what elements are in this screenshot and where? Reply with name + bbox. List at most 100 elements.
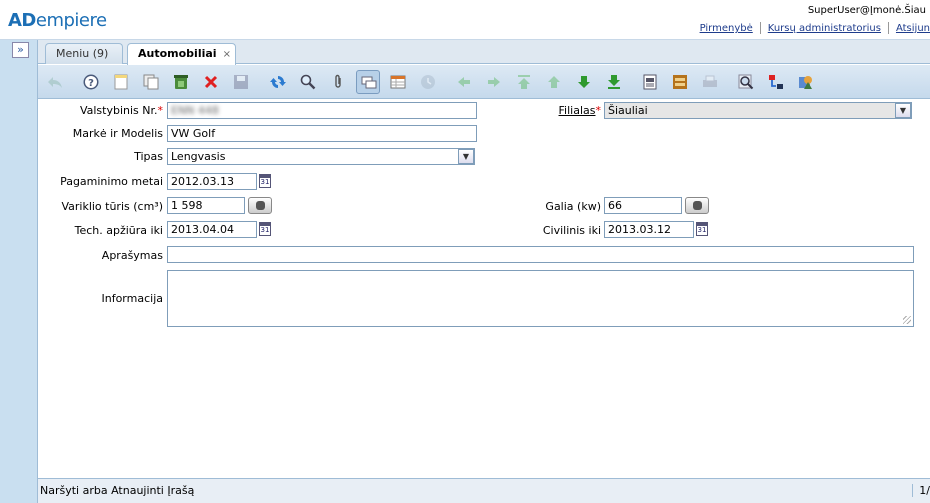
- delete-icon: [204, 75, 218, 89]
- history-icon: [421, 75, 435, 89]
- tab-automobiliai[interactable]: Automobiliai ×: [127, 43, 236, 65]
- window-toolbar: ?: [38, 65, 930, 99]
- grid-toggle-icon: [390, 75, 406, 89]
- last-record-icon: [608, 75, 620, 89]
- copy-record-icon: [143, 74, 159, 90]
- link-divider: [759, 22, 761, 34]
- delete-selection-button[interactable]: [169, 70, 193, 94]
- refresh-icon: [270, 76, 286, 88]
- record-counter: 1/: [912, 484, 930, 497]
- print-button[interactable]: [698, 70, 722, 94]
- description-label: Aprašymas: [101, 249, 163, 262]
- zoom-across-button[interactable]: [734, 70, 758, 94]
- workflow-button[interactable]: [764, 70, 788, 94]
- history-button[interactable]: [416, 70, 440, 94]
- next-record-button[interactable]: [572, 70, 596, 94]
- chat-icon: [361, 76, 377, 89]
- record-form: Valstybinis Nr.* ENN 448 Filialas* Šiaul…: [38, 99, 930, 473]
- calendar-icon[interactable]: 31: [257, 221, 273, 238]
- grid-toggle-button[interactable]: [386, 70, 410, 94]
- branch-dropdown-icon[interactable]: ▼: [895, 103, 911, 118]
- info-label: Informacija: [101, 292, 163, 305]
- workflow-icon: [769, 75, 783, 89]
- model-label: Markė ir Modelis: [72, 127, 163, 140]
- detail-record-button[interactable]: [482, 70, 506, 94]
- parent-record-button[interactable]: [452, 70, 476, 94]
- tab-automobiliai-label: Automobiliai: [138, 47, 217, 60]
- attachment-icon: [335, 74, 341, 88]
- last-record-button[interactable]: [602, 70, 626, 94]
- archive-button[interactable]: [668, 70, 692, 94]
- type-select[interactable]: Lengvasis: [167, 148, 475, 165]
- window-tabstrip: Meniu (9) Automobiliai ×: [38, 40, 930, 65]
- logout-link[interactable]: Atsijun: [896, 23, 930, 34]
- insurance-label: Civilinis iki: [542, 224, 601, 237]
- plate-field[interactable]: ENN 448: [167, 102, 477, 119]
- report-icon: [643, 74, 657, 90]
- request-button[interactable]: [794, 70, 818, 94]
- info-textarea[interactable]: [167, 270, 914, 327]
- calendar-icon[interactable]: 31: [257, 173, 273, 190]
- type-dropdown-icon[interactable]: ▼: [458, 149, 474, 164]
- branch-value: Šiauliai: [608, 104, 648, 117]
- inspection-date-field[interactable]: 2013.04.04: [167, 221, 257, 238]
- report-button[interactable]: [638, 70, 662, 94]
- close-tab-icon[interactable]: ×: [223, 49, 231, 60]
- made-label: Pagaminimo metai: [60, 175, 163, 188]
- save-button[interactable]: [229, 70, 253, 94]
- branch-label[interactable]: Filialas*: [498, 104, 601, 117]
- expand-panel-button[interactable]: »: [12, 42, 29, 58]
- copy-record-button[interactable]: [139, 70, 163, 94]
- undo-icon: [48, 77, 62, 88]
- preferences-link[interactable]: Pirmenybė: [700, 23, 753, 34]
- first-record-button[interactable]: [512, 70, 536, 94]
- insurance-date-field[interactable]: 2013.03.12: [604, 221, 694, 238]
- made-date-field[interactable]: 2012.03.13: [167, 173, 257, 190]
- calculator-icon[interactable]: [248, 197, 272, 214]
- zoom-across-icon: [738, 74, 754, 90]
- parent-icon: [458, 77, 470, 87]
- archive-icon: [673, 75, 687, 89]
- svg-text:?: ?: [88, 78, 94, 89]
- refresh-button[interactable]: [266, 70, 290, 94]
- app-header: ADempiere SuperUser@Įmonė.Šiau Pirmenybė…: [0, 0, 930, 40]
- print-icon: [703, 75, 717, 87]
- engine-field[interactable]: 1 598: [167, 197, 245, 214]
- delete-button[interactable]: [199, 70, 223, 94]
- calendar-icon[interactable]: 31: [694, 221, 710, 238]
- role-link[interactable]: Kursų administratorius: [768, 23, 881, 34]
- description-field[interactable]: [167, 246, 914, 263]
- help-icon: ?: [83, 74, 99, 90]
- resize-handle-icon[interactable]: [903, 316, 911, 324]
- plate-value: ENN 448: [171, 104, 219, 117]
- power-field[interactable]: 66: [604, 197, 682, 214]
- attachment-button[interactable]: [326, 70, 350, 94]
- plate-label: Valstybinis Nr.*: [79, 104, 163, 117]
- model-field[interactable]: VW Golf: [167, 125, 477, 142]
- undo-button[interactable]: [43, 70, 67, 94]
- find-button[interactable]: [296, 70, 320, 94]
- new-record-button[interactable]: [109, 70, 133, 94]
- tab-menu[interactable]: Meniu (9): [45, 43, 123, 64]
- engine-label: Variklio tūris (cm³): [61, 200, 163, 213]
- previous-record-icon: [548, 76, 560, 88]
- previous-record-button[interactable]: [542, 70, 566, 94]
- header-links: Pirmenybė Kursų administratorius Atsijun: [700, 22, 930, 34]
- type-label: Tipas: [134, 150, 163, 163]
- calculator-icon[interactable]: [685, 197, 709, 214]
- status-message: Naršyti arba Atnaujinti Įrašą: [40, 484, 195, 497]
- west-panel-collapsed: »: [0, 40, 38, 503]
- help-button[interactable]: ?: [79, 70, 103, 94]
- next-record-icon: [578, 76, 590, 88]
- detail-icon: [488, 77, 500, 87]
- power-label: Galia (kw): [545, 200, 601, 213]
- inspection-label: Tech. apžiūra iki: [74, 224, 163, 237]
- delete-selection-icon: [174, 75, 188, 89]
- chat-button[interactable]: [356, 70, 380, 94]
- branch-select[interactable]: Šiauliai: [604, 102, 912, 119]
- save-icon: [234, 75, 248, 89]
- current-user-label: SuperUser@Įmonė.Šiau: [807, 5, 926, 16]
- request-icon: [799, 76, 812, 89]
- find-icon: [300, 74, 316, 90]
- tab-menu-label: Meniu (9): [56, 47, 109, 60]
